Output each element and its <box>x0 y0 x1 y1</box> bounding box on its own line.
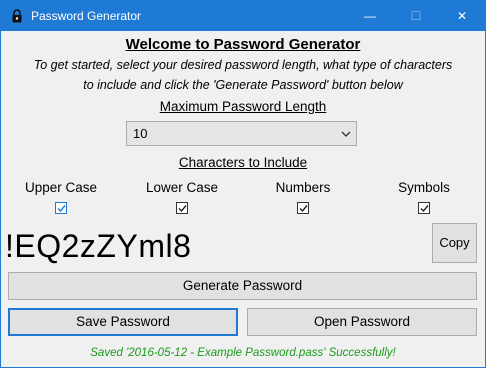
length-label: Maximum Password Length <box>159 99 327 114</box>
lower-case-label: Lower Case <box>145 180 219 195</box>
chevron-down-icon <box>340 127 352 139</box>
characters-label: Characters to Include <box>178 155 308 170</box>
status-message: Saved '2016-05-12 - Example Password.pas… <box>90 347 396 359</box>
window-title: Password Generator <box>31 9 142 23</box>
app-window: Password Generator — ☐ ✕ Welcome to Pass… <box>0 0 486 368</box>
lock-icon <box>9 8 25 24</box>
symbols-checkbox[interactable] <box>418 202 430 214</box>
lower-case-checkbox[interactable] <box>176 202 188 214</box>
open-password-button[interactable]: Open Password <box>247 308 477 336</box>
length-dropdown[interactable]: 10 <box>126 121 357 146</box>
upper-case-label: Upper Case <box>24 180 98 195</box>
intro-line-1: To get started, select your desired pass… <box>33 58 453 72</box>
check-icon <box>178 205 187 213</box>
generate-password-button[interactable]: Generate Password <box>8 272 477 300</box>
upper-case-checkbox[interactable] <box>55 202 67 214</box>
page-title: Welcome to Password Generator <box>125 36 361 53</box>
save-password-button[interactable]: Save Password <box>8 308 238 336</box>
intro-line-2: to include and click the 'Generate Passw… <box>83 77 403 92</box>
intro-text: To get started, select your desired pass… <box>11 56 475 95</box>
numbers-checkbox[interactable] <box>297 202 309 214</box>
copy-button[interactable]: Copy <box>432 223 477 263</box>
numbers-label: Numbers <box>275 180 331 195</box>
check-icon <box>299 205 308 213</box>
symbols-label: Symbols <box>398 180 450 195</box>
length-value: 10 <box>133 126 148 141</box>
minimize-button[interactable]: — <box>347 1 393 31</box>
title-bar[interactable]: Password Generator — ☐ ✕ <box>1 1 485 31</box>
check-icon <box>57 205 66 213</box>
check-icon <box>420 205 429 213</box>
generated-password: !EQ2zZYml8 <box>5 228 192 264</box>
maximize-button[interactable]: ☐ <box>393 1 439 31</box>
close-button[interactable]: ✕ <box>439 1 485 31</box>
